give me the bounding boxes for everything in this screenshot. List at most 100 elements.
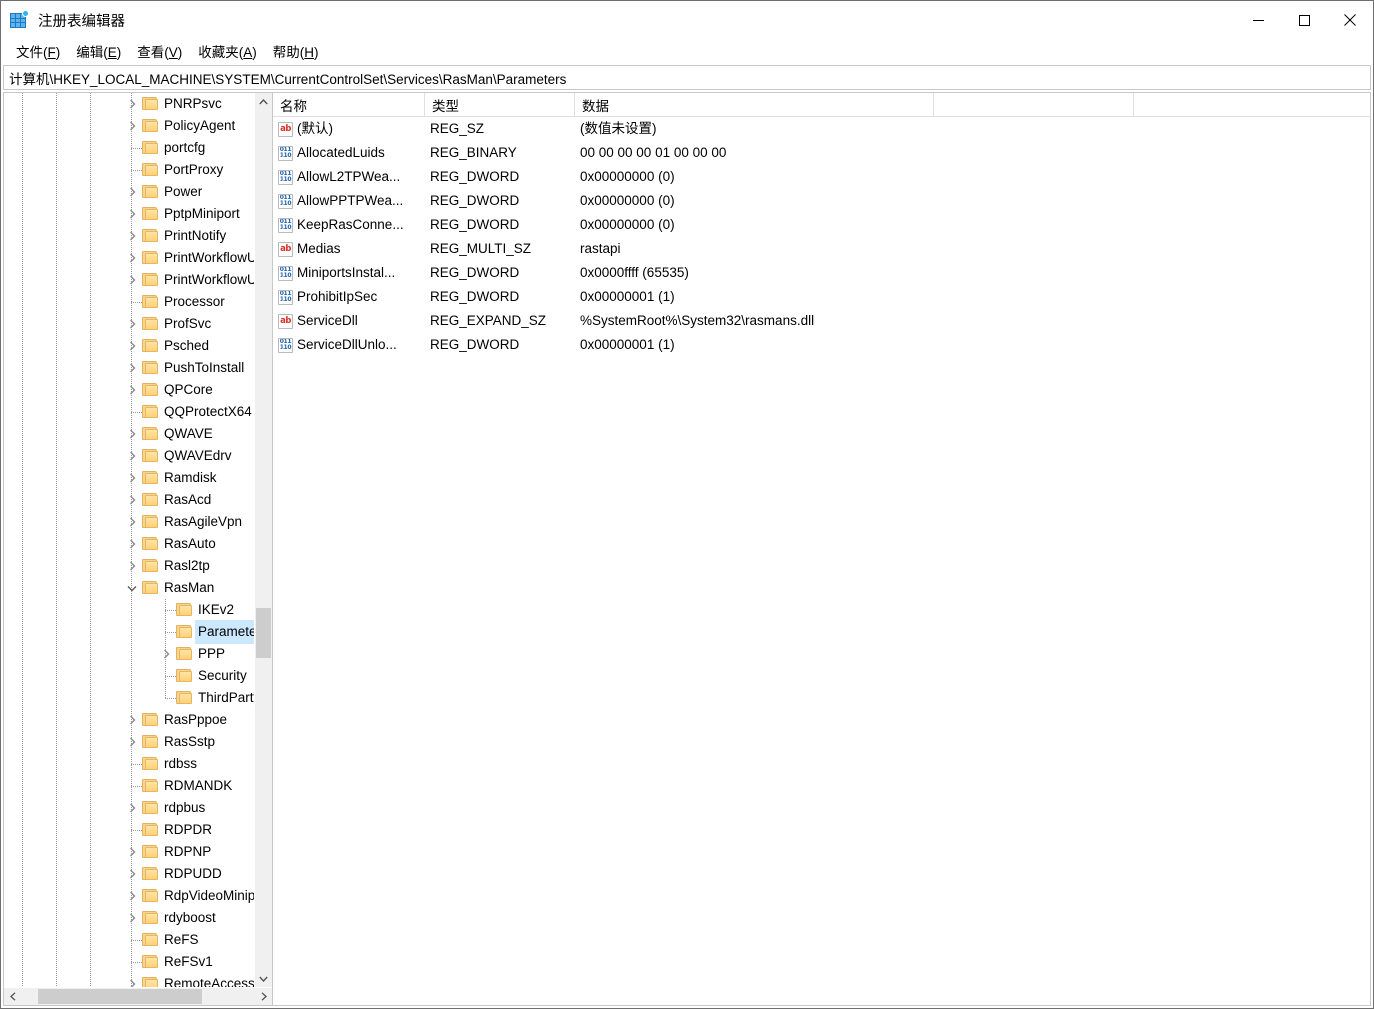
menu-view[interactable]: 查看(V) (130, 39, 189, 63)
tree-item-power[interactable]: Power (4, 181, 254, 203)
tree-item-rdyboost[interactable]: rdyboost (4, 907, 254, 929)
tree-item-printnotify[interactable]: PrintNotify (4, 225, 254, 247)
chevron-right-icon[interactable] (124, 225, 140, 247)
menu-file[interactable]: 文件(F) (9, 39, 67, 63)
chevron-right-icon[interactable] (124, 203, 140, 225)
column-header-名称[interactable]: 名称 (273, 93, 425, 116)
tree-item-rasagilevpn[interactable]: RasAgileVpn (4, 511, 254, 533)
table-row[interactable]: 011 110 AllowPPTPWea... REG_DWORD 0x00000000… (273, 189, 1370, 213)
chevron-right-icon[interactable] (124, 907, 140, 929)
tree-item-psched[interactable]: Psched (4, 335, 254, 357)
tree-item-portproxy[interactable]: PortProxy (4, 159, 254, 181)
tree-item-rdpnp[interactable]: RDPNP (4, 841, 254, 863)
tree-item-pushtoinstall[interactable]: PushToInstall (4, 357, 254, 379)
scroll-right-button[interactable] (255, 988, 272, 1005)
tree-item-pptpminiport[interactable]: PptpMiniport (4, 203, 254, 225)
tree-item-rasacd[interactable]: RasAcd (4, 489, 254, 511)
column-header-blank[interactable] (934, 93, 1134, 116)
tree-item-rdpudd[interactable]: RDPUDD (4, 863, 254, 885)
minimize-button[interactable] (1235, 1, 1281, 39)
tree-item-qwavedrv[interactable]: QWAVEdrv (4, 445, 254, 467)
scroll-thumb-horizontal[interactable] (38, 989, 202, 1004)
tree-item-qpcore[interactable]: QPCore (4, 379, 254, 401)
chevron-right-icon[interactable] (124, 93, 140, 115)
scroll-left-button[interactable] (4, 988, 21, 1005)
tree-item-processor[interactable]: Processor (4, 291, 254, 313)
chevron-right-icon[interactable] (124, 973, 140, 987)
tree-item-rdpvideominipor[interactable]: RdpVideoMinipor (4, 885, 254, 907)
tree-item-rasman[interactable]: RasMan (4, 577, 254, 599)
maximize-button[interactable] (1281, 1, 1327, 39)
table-row[interactable]: 011 110 MiniportsInstal... REG_DWORD 0x0000f… (273, 261, 1370, 285)
chevron-right-icon[interactable] (158, 643, 174, 665)
table-row[interactable]: 011 110 AllowL2TPWea... REG_DWORD 0x00000000… (273, 165, 1370, 189)
chevron-right-icon[interactable] (124, 533, 140, 555)
tree-item-rdmandk[interactable]: RDMANDK (4, 775, 254, 797)
chevron-right-icon[interactable] (124, 797, 140, 819)
tree-item-ikev2[interactable]: IKEv2 (4, 599, 254, 621)
chevron-right-icon[interactable] (124, 445, 140, 467)
chevron-right-icon[interactable] (124, 885, 140, 907)
chevron-right-icon[interactable] (124, 247, 140, 269)
scroll-thumb[interactable] (256, 608, 271, 658)
tree-item-printworkflowuse[interactable]: PrintWorkflowUse (4, 269, 254, 291)
tree-item-portcfg[interactable]: portcfg (4, 137, 254, 159)
tree-vertical-scrollbar[interactable] (254, 93, 272, 987)
column-header-数据[interactable]: 数据 (575, 93, 934, 116)
chevron-right-icon[interactable] (124, 115, 140, 137)
tree-item-rassstp[interactable]: RasSstp (4, 731, 254, 753)
chevron-right-icon[interactable] (124, 313, 140, 335)
chevron-right-icon[interactable] (124, 335, 140, 357)
tree-item-rasl2tp[interactable]: Rasl2tp (4, 555, 254, 577)
scroll-up-button[interactable] (255, 93, 272, 110)
chevron-right-icon[interactable] (124, 269, 140, 291)
tree-item-thirdparty[interactable]: ThirdParty (4, 687, 254, 709)
chevron-right-icon[interactable] (124, 555, 140, 577)
tree-item-ramdisk[interactable]: Ramdisk (4, 467, 254, 489)
tree-horizontal-scrollbar[interactable] (4, 987, 272, 1005)
chevron-right-icon[interactable] (124, 841, 140, 863)
menu-help[interactable]: 帮助(H) (266, 39, 326, 63)
tree-item-profsvc[interactable]: ProfSvc (4, 313, 254, 335)
chevron-right-icon[interactable] (124, 709, 140, 731)
table-row[interactable]: 011 110 ProhibitIpSec REG_DWORD 0x00000001 (… (273, 285, 1370, 309)
tree-item-rasauto[interactable]: RasAuto (4, 533, 254, 555)
chevron-right-icon[interactable] (124, 379, 140, 401)
tree-item-rdpdr[interactable]: RDPDR (4, 819, 254, 841)
tree-item-rdbss[interactable]: rdbss (4, 753, 254, 775)
chevron-right-icon[interactable] (124, 489, 140, 511)
chevron-right-icon[interactable] (124, 467, 140, 489)
close-button[interactable] (1327, 1, 1373, 39)
chevron-right-icon[interactable] (124, 731, 140, 753)
address-bar[interactable]: 计算机\HKEY_LOCAL_MACHINE\SYSTEM\CurrentCon… (3, 65, 1371, 90)
table-row[interactable]: ab (默认) REG_SZ (数值未设置) (273, 117, 1370, 141)
table-row[interactable]: 011 110 ServiceDllUnlo... REG_DWORD 0x000000… (273, 333, 1370, 357)
tree-item-refsv1[interactable]: ReFSv1 (4, 951, 254, 973)
tree-item-refs[interactable]: ReFS (4, 929, 254, 951)
tree-item-pnrpsvc[interactable]: PNRPsvc (4, 93, 254, 115)
scroll-down-button[interactable] (255, 970, 272, 987)
chevron-right-icon[interactable] (124, 511, 140, 533)
menu-edit[interactable]: 编辑(E) (69, 39, 128, 63)
table-row[interactable]: 011 110 AllocatedLuids REG_BINARY 00 00 00 0… (273, 141, 1370, 165)
chevron-right-icon[interactable] (124, 423, 140, 445)
tree-item-rdpbus[interactable]: rdpbus (4, 797, 254, 819)
tree-item-policyagent[interactable]: PolicyAgent (4, 115, 254, 137)
tree-item-qwave[interactable]: QWAVE (4, 423, 254, 445)
table-row[interactable]: 011 110 KeepRasConne... REG_DWORD 0x00000000… (273, 213, 1370, 237)
tree-item-qqprotectx64[interactable]: QQProtectX64 (4, 401, 254, 423)
tree-item-printworkflowuse[interactable]: PrintWorkflowUse (4, 247, 254, 269)
tree-item-ppp[interactable]: PPP (4, 643, 254, 665)
column-header-类型[interactable]: 类型 (425, 93, 575, 116)
chevron-right-icon[interactable] (124, 181, 140, 203)
table-row[interactable]: ab ServiceDll REG_EXPAND_SZ %SystemRoot%\Sy… (273, 309, 1370, 333)
chevron-right-icon[interactable] (124, 357, 140, 379)
tree-item-remoteaccess[interactable]: RemoteAccess (4, 973, 254, 987)
chevron-down-icon[interactable] (124, 577, 140, 599)
tree-item-raspppoe[interactable]: RasPppoe (4, 709, 254, 731)
tree-item-security[interactable]: Security (4, 665, 254, 687)
table-row[interactable]: ab Medias REG_MULTI_SZ rastapi (273, 237, 1370, 261)
tree-item-parameters[interactable]: Parameters (4, 620, 254, 644)
chevron-right-icon[interactable] (124, 863, 140, 885)
menu-favorites[interactable]: 收藏夹(A) (191, 39, 264, 63)
